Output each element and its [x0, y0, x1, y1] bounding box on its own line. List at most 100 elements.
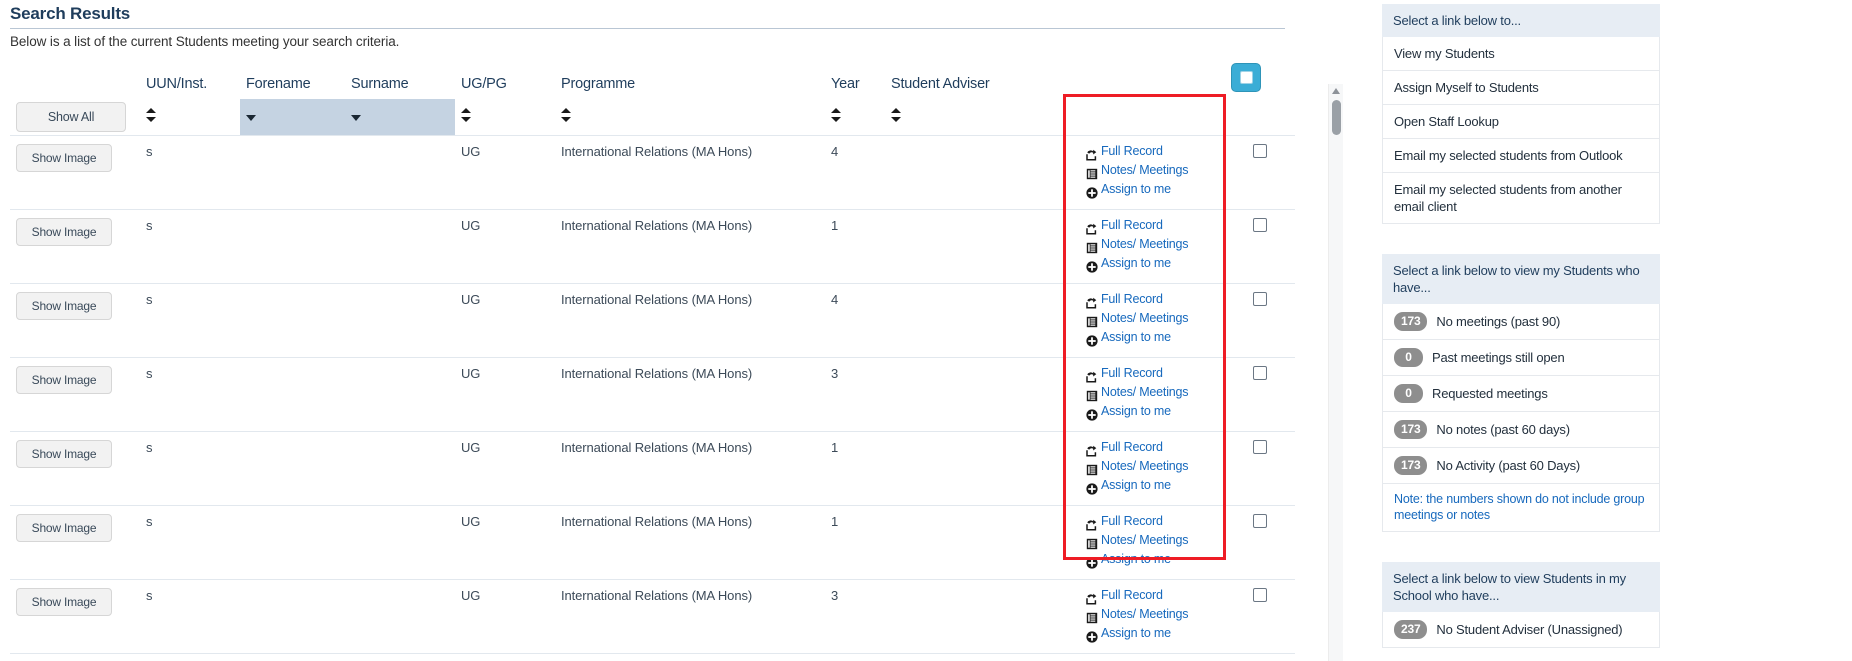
sidebar-link-item[interactable]: 237 No Student Adviser (Unassigned) — [1382, 612, 1660, 648]
notes-meetings-link[interactable]: Notes/ Meetings — [1086, 385, 1219, 403]
full-record-link[interactable]: Full Record — [1086, 588, 1219, 606]
row-show-image-cell: Show Image — [10, 209, 140, 284]
sort-uun-icon[interactable] — [146, 107, 156, 122]
show-all-button[interactable]: Show All — [16, 102, 126, 132]
filter-surname-cell[interactable] — [345, 99, 455, 136]
chevron-down-icon-surname[interactable] — [351, 115, 361, 121]
show-image-button[interactable]: Show Image — [16, 440, 112, 468]
cell-student-adviser — [885, 209, 1080, 284]
assign-to-me-link[interactable]: Assign to me — [1086, 330, 1219, 348]
full-record-link[interactable]: Full Record — [1086, 514, 1219, 532]
row-select-checkbox[interactable] — [1253, 366, 1267, 380]
cell-forename — [240, 505, 345, 580]
count-badge: 237 — [1394, 620, 1428, 639]
cell-row-actions: Full RecordNotes/ MeetingsAssign to me — [1080, 579, 1225, 654]
sort-adviser-icon[interactable] — [891, 107, 901, 122]
external-link-icon — [1086, 295, 1101, 310]
add-circle-icon — [1086, 407, 1101, 422]
column-header-year[interactable]: Year — [825, 61, 885, 99]
scrollbar-thumb[interactable] — [1332, 100, 1341, 135]
sidebar-link-label: Email my selected students from another … — [1394, 182, 1622, 214]
column-header-forename[interactable]: Forename — [240, 61, 345, 99]
cell-uun[interactable]: s — [140, 431, 240, 506]
cell-uun[interactable]: s — [140, 357, 240, 432]
assign-to-me-link[interactable]: Assign to me — [1086, 256, 1219, 274]
cell-year: 3 — [825, 579, 885, 654]
cell-student-adviser — [885, 357, 1080, 432]
notes-meetings-link[interactable]: Notes/ Meetings — [1086, 163, 1219, 181]
cell-year: 3 — [825, 357, 885, 432]
show-image-button[interactable]: Show Image — [16, 144, 112, 172]
notes-document-icon — [1086, 314, 1101, 329]
chevron-down-icon-forename[interactable] — [246, 115, 256, 121]
column-header-student-adviser[interactable]: Student Adviser — [885, 61, 1080, 99]
filter-row: Show All — [10, 99, 1295, 136]
row-show-image-cell: Show Image — [10, 579, 140, 654]
select-all-button[interactable] — [1231, 63, 1261, 92]
cell-uun[interactable]: s — [140, 653, 240, 661]
results-table: UUN/Inst. Forename Surname UG/PG Program… — [10, 61, 1295, 661]
sidebar-link-item[interactable]: 173 No Activity (past 60 Days) — [1382, 448, 1660, 484]
full-record-link[interactable]: Full Record — [1086, 366, 1219, 384]
notes-meetings-link[interactable]: Notes/ Meetings — [1086, 311, 1219, 329]
show-image-button[interactable]: Show Image — [16, 588, 112, 616]
sidebar-link-item[interactable]: Open Staff Lookup — [1382, 105, 1660, 139]
sort-year-icon[interactable] — [831, 107, 841, 122]
notes-meetings-link[interactable]: Notes/ Meetings — [1086, 607, 1219, 625]
show-image-button[interactable]: Show Image — [16, 292, 112, 320]
scroll-up-arrow-icon[interactable] — [1332, 88, 1340, 94]
row-select-checkbox[interactable] — [1253, 440, 1267, 454]
sort-ugpg-icon[interactable] — [461, 107, 471, 122]
cell-uun[interactable]: s — [140, 283, 240, 358]
cell-programme: International Relations (MA Hons) — [555, 283, 825, 358]
cell-uun[interactable]: s — [140, 579, 240, 654]
notes-meetings-link[interactable]: Notes/ Meetings — [1086, 459, 1219, 477]
full-record-link[interactable]: Full Record — [1086, 218, 1219, 236]
row-show-image-cell: Show Image — [10, 653, 140, 661]
row-select-checkbox[interactable] — [1253, 144, 1267, 158]
cell-surname — [345, 431, 455, 506]
sidebar-link-item[interactable]: 173 No meetings (past 90) — [1382, 304, 1660, 340]
row-select-checkbox[interactable] — [1253, 218, 1267, 232]
sort-programme-icon[interactable] — [561, 107, 571, 122]
sidebar-link-item[interactable]: Email my selected students from Outlook — [1382, 139, 1660, 173]
assign-to-me-link[interactable]: Assign to me — [1086, 626, 1219, 644]
cell-uun[interactable]: s — [140, 135, 240, 210]
show-image-button[interactable]: Show Image — [16, 366, 112, 394]
sidebar-link-item[interactable]: 173 No notes (past 60 days) — [1382, 412, 1660, 448]
notes-meetings-link[interactable]: Notes/ Meetings — [1086, 533, 1219, 551]
sidebar-link-item[interactable]: View my Students — [1382, 37, 1660, 71]
assign-to-me-link[interactable]: Assign to me — [1086, 404, 1219, 422]
cell-programme: International Relations (MA Hons) — [555, 357, 825, 432]
column-header-uun[interactable]: UUN/Inst. — [140, 61, 240, 99]
external-link-icon — [1086, 591, 1101, 606]
show-image-button[interactable]: Show Image — [16, 218, 112, 246]
sidebar-link-item[interactable]: 0 Requested meetings — [1382, 376, 1660, 412]
assign-to-me-link[interactable]: Assign to me — [1086, 552, 1219, 570]
results-scrollbar[interactable] — [1328, 84, 1343, 661]
show-image-button[interactable]: Show Image — [16, 514, 112, 542]
cell-programme: International Relations (MA Hons) — [555, 653, 825, 661]
notes-meetings-link[interactable]: Notes/ Meetings — [1086, 237, 1219, 255]
row-select-checkbox[interactable] — [1253, 588, 1267, 602]
assign-to-me-link[interactable]: Assign to me — [1086, 478, 1219, 496]
sort-year-cell — [825, 99, 885, 136]
column-header-ugpg[interactable]: UG/PG — [455, 61, 555, 99]
cell-uun[interactable]: s — [140, 505, 240, 580]
full-record-link[interactable]: Full Record — [1086, 292, 1219, 310]
page-subtitle: Below is a list of the current Students … — [10, 34, 400, 49]
assign-to-me-link[interactable]: Assign to me — [1086, 182, 1219, 200]
column-header-programme[interactable]: Programme — [555, 61, 825, 99]
column-header-surname[interactable]: Surname — [345, 61, 455, 99]
sidebar-link-item[interactable]: Assign Myself to Students — [1382, 71, 1660, 105]
add-circle-icon — [1086, 333, 1101, 348]
filter-forename-cell[interactable] — [240, 99, 345, 136]
sidebar-panel-heading: Select a link below to view my Students … — [1382, 254, 1660, 304]
row-select-checkbox[interactable] — [1253, 514, 1267, 528]
full-record-link[interactable]: Full Record — [1086, 144, 1219, 162]
sidebar-link-item[interactable]: Email my selected students from another … — [1382, 173, 1660, 224]
sidebar-link-item[interactable]: 0 Past meetings still open — [1382, 340, 1660, 376]
full-record-link[interactable]: Full Record — [1086, 440, 1219, 458]
row-select-checkbox[interactable] — [1253, 292, 1267, 306]
cell-uun[interactable]: s — [140, 209, 240, 284]
